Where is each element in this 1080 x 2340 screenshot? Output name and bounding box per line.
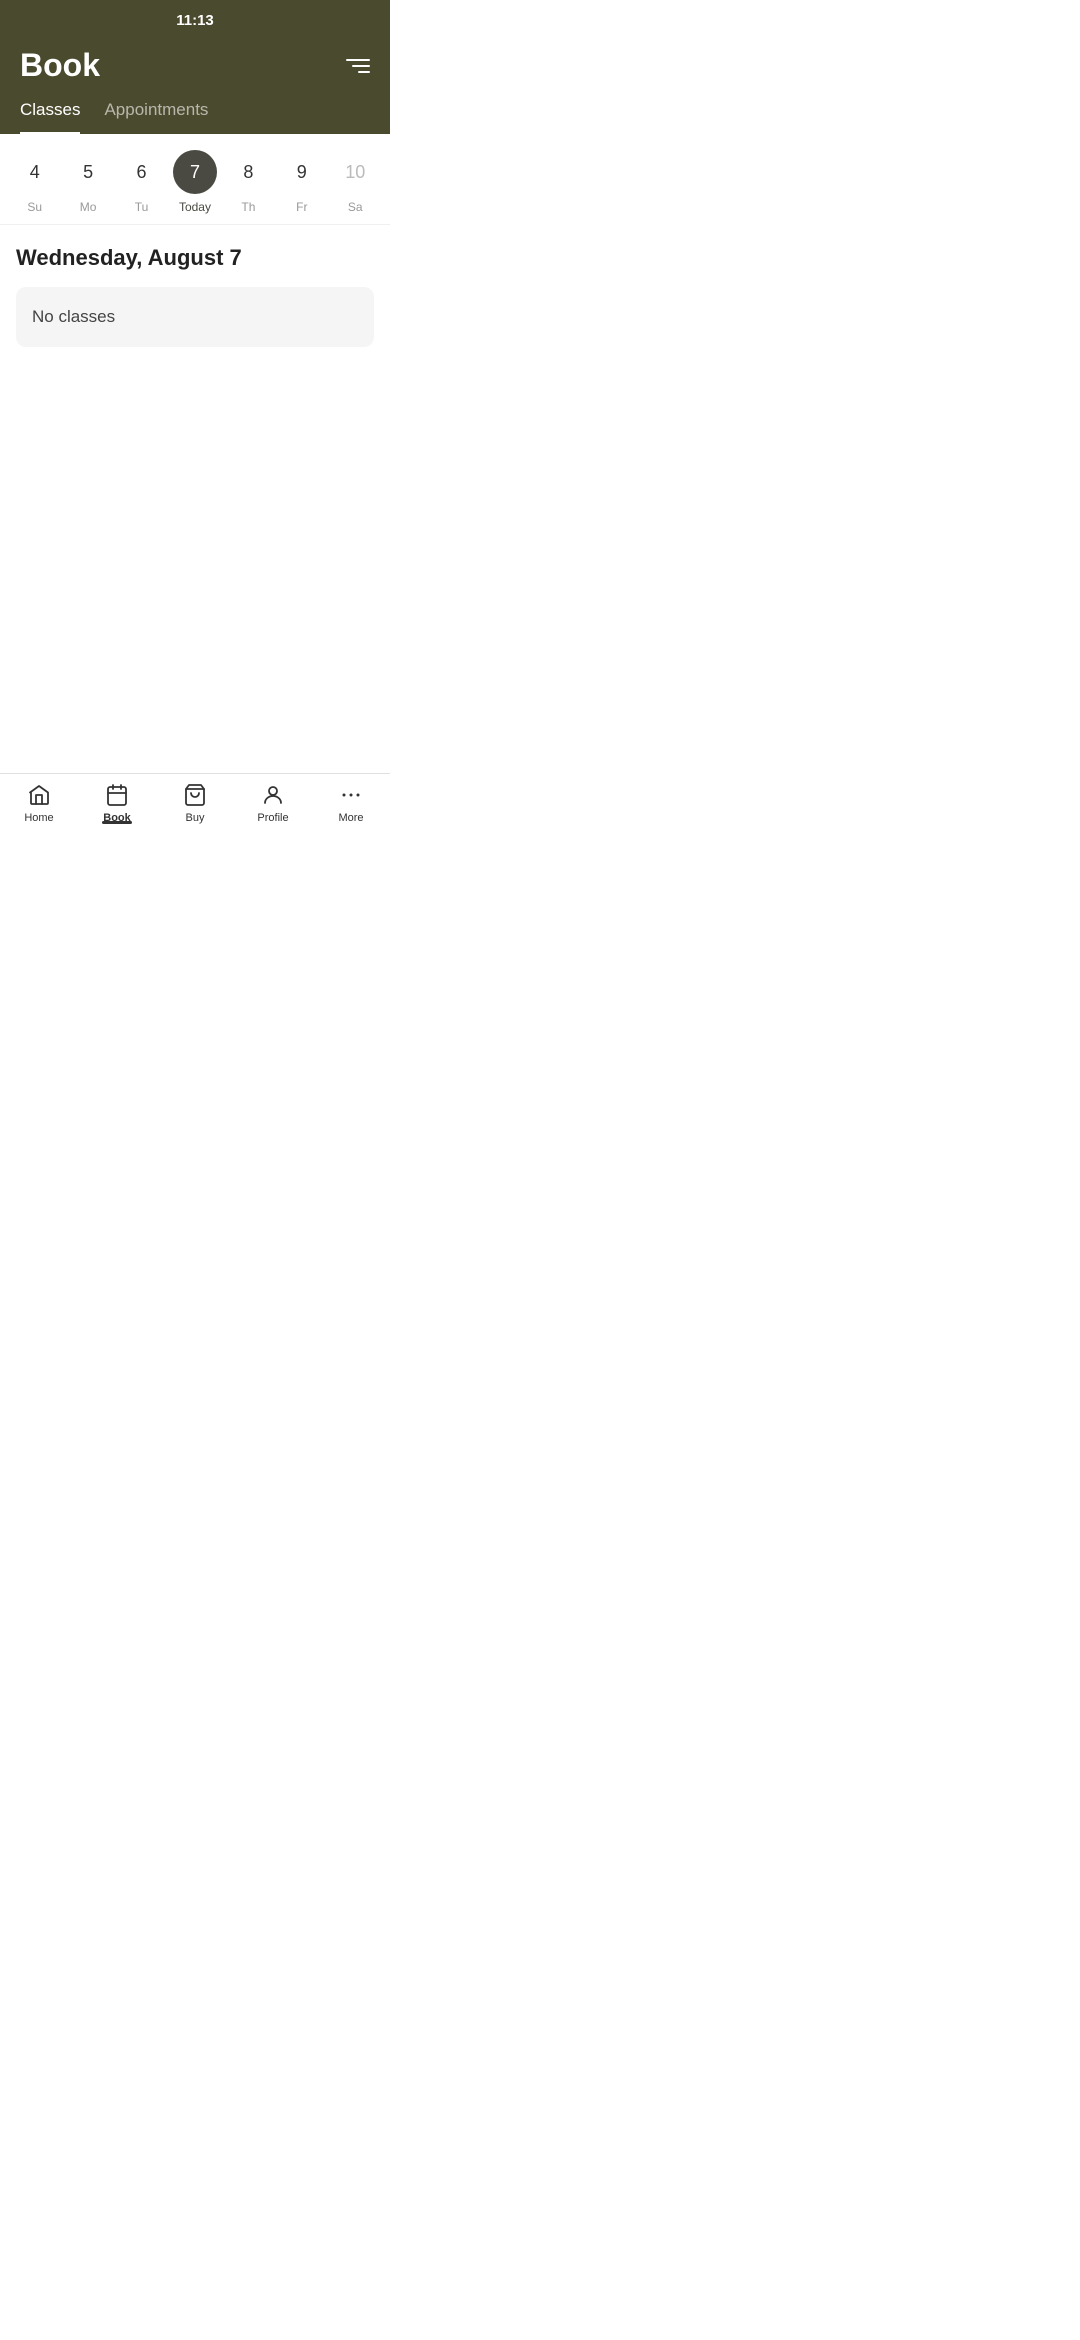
status-time: 11:13 bbox=[176, 12, 214, 29]
nav-buy-label: Buy bbox=[186, 812, 205, 824]
bottom-nav: Home Book Buy bbox=[0, 773, 390, 844]
tab-classes[interactable]: Classes bbox=[20, 100, 80, 134]
day-label-th: Th bbox=[241, 200, 255, 214]
filter-line-1 bbox=[346, 59, 370, 61]
day-label-today: Today bbox=[179, 200, 211, 214]
tab-bar: Classes Appointments bbox=[0, 100, 390, 134]
nav-more-label: More bbox=[338, 812, 363, 824]
day-item-today[interactable]: 7 Today bbox=[173, 150, 217, 214]
more-icon bbox=[338, 782, 364, 808]
day-item-sa[interactable]: 10 Sa bbox=[333, 150, 377, 214]
day-number-7: 7 bbox=[173, 150, 217, 194]
day-number-5: 5 bbox=[66, 150, 110, 194]
nav-profile[interactable]: Profile bbox=[243, 782, 303, 824]
no-classes-card: No classes bbox=[16, 287, 374, 347]
nav-book[interactable]: Book bbox=[87, 782, 147, 824]
day-number-9: 9 bbox=[280, 150, 324, 194]
day-label-sa: Sa bbox=[348, 200, 363, 214]
tab-appointments[interactable]: Appointments bbox=[104, 100, 208, 134]
nav-more[interactable]: More bbox=[321, 782, 381, 824]
day-item-fr[interactable]: 9 Fr bbox=[280, 150, 324, 214]
day-label-fr: Fr bbox=[296, 200, 307, 214]
filter-line-2 bbox=[352, 65, 370, 67]
day-label-tu: Tu bbox=[135, 200, 149, 214]
status-bar: 11:13 bbox=[0, 0, 390, 35]
active-indicator bbox=[102, 821, 132, 824]
home-icon bbox=[26, 782, 52, 808]
day-number-4: 4 bbox=[13, 150, 57, 194]
page-title: Book bbox=[20, 47, 100, 84]
selected-date-heading: Wednesday, August 7 bbox=[16, 245, 374, 271]
nav-profile-label: Profile bbox=[257, 812, 288, 824]
day-number-6: 6 bbox=[120, 150, 164, 194]
nav-home[interactable]: Home bbox=[9, 782, 69, 824]
no-classes-text: No classes bbox=[32, 307, 115, 326]
day-label-mo: Mo bbox=[80, 200, 97, 214]
day-item-th[interactable]: 8 Th bbox=[226, 150, 270, 214]
day-item-mo[interactable]: 5 Mo bbox=[66, 150, 110, 214]
filter-icon[interactable] bbox=[346, 59, 370, 73]
nav-buy[interactable]: Buy bbox=[165, 782, 225, 824]
calendar-strip: 4 Su 5 Mo 6 Tu 7 Today 8 Th 9 Fr 10 bbox=[0, 134, 390, 225]
day-label-su: Su bbox=[27, 200, 42, 214]
filter-line-3 bbox=[358, 71, 370, 73]
buy-icon bbox=[182, 782, 208, 808]
header: Book bbox=[0, 35, 390, 100]
book-icon bbox=[104, 782, 130, 808]
day-item-su[interactable]: 4 Su bbox=[13, 150, 57, 214]
day-number-10: 10 bbox=[333, 150, 377, 194]
day-item-tu[interactable]: 6 Tu bbox=[120, 150, 164, 214]
day-number-8: 8 bbox=[226, 150, 270, 194]
profile-icon bbox=[260, 782, 286, 808]
nav-home-label: Home bbox=[24, 812, 53, 824]
main-content: Wednesday, August 7 No classes bbox=[0, 225, 390, 367]
